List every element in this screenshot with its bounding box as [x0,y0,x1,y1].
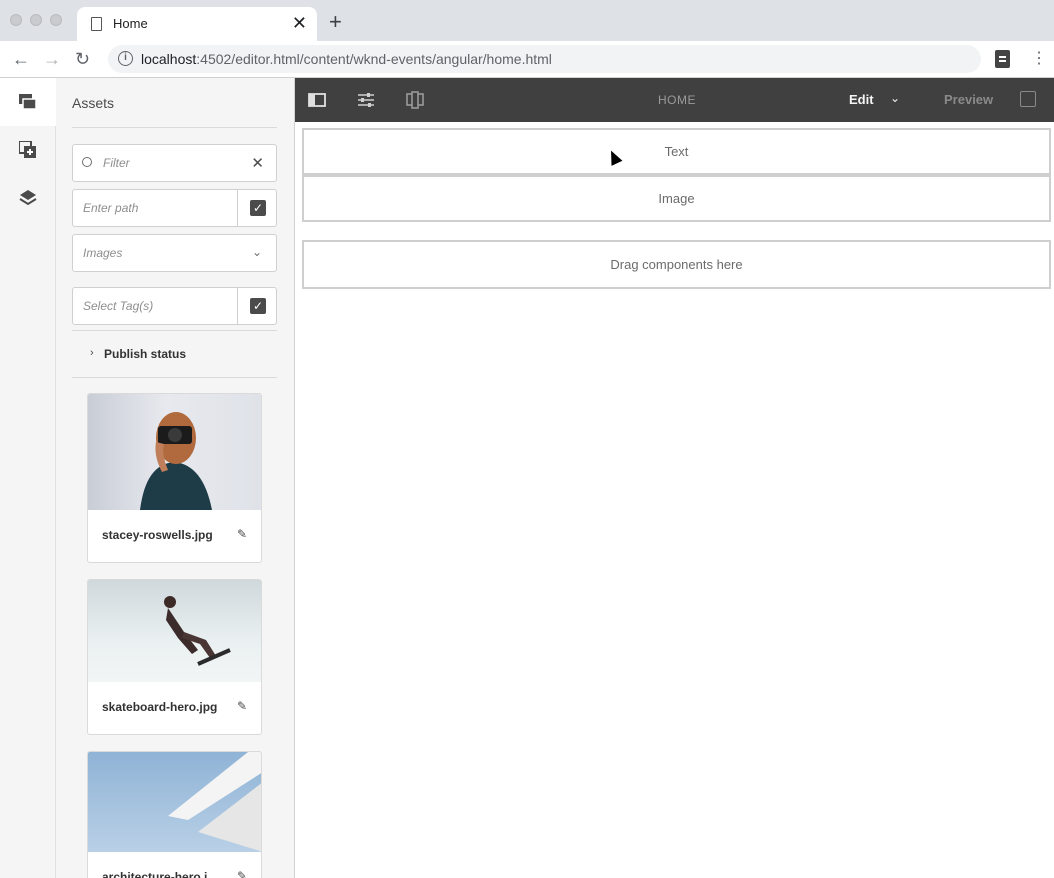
content-tree-tab[interactable] [0,174,56,222]
back-arrow-icon[interactable]: ← [12,49,30,69]
browser-tab[interactable]: Home ✕ [77,7,317,41]
filter-placeholder: Filter [103,156,130,170]
chevron-down-icon: ⌄ [251,245,262,259]
reload-icon[interactable]: ↻ [75,49,90,69]
asset-name: architecture-hero.j [102,870,208,878]
divider [72,377,277,378]
zoom-window-button[interactable] [50,14,62,26]
page-properties-icon[interactable] [357,92,375,108]
skateboarder-image [164,596,231,666]
clear-icon[interactable]: ✕ [251,154,264,172]
asset-type-value: Images [83,246,123,260]
tags-input[interactable]: Select Tag(s) ✓ [72,287,277,325]
new-tab-button[interactable]: + [329,11,342,33]
search-icon [82,157,92,167]
edit-pencil-icon[interactable]: ✎ [237,527,247,541]
page-canvas: Text Image Drag components here [295,122,1054,878]
browser-tab-bar: Home ✕ + [0,0,1054,41]
asset-thumbnail [88,752,261,852]
toggle-side-panel-icon[interactable] [308,93,326,107]
asset-name: skateboard-hero.jpg [102,700,218,714]
layers-icon [19,190,37,206]
url-path: :4502/editor.html/content/wknd-events/an… [196,51,552,67]
asset-card[interactable]: stacey-roswells.jpg ✎ [87,393,262,563]
info-icon[interactable]: i [118,51,133,66]
url-text: localhost:4502/editor.html/content/wknd-… [141,51,552,67]
asset-type-select[interactable]: Images ⌄ [72,234,277,272]
page-title: HOME [658,93,696,107]
address-bar-row: ← → ↻ i localhost:4502/editor.html/conte… [0,41,1054,78]
annotations-icon[interactable] [1020,91,1036,107]
asset-card[interactable]: skateboard-hero.jpg ✎ [87,579,262,735]
panel-title: Assets [72,95,115,111]
close-tab-icon[interactable]: ✕ [292,13,307,33]
clipboard-extension-icon[interactable] [995,50,1010,68]
components-icon [19,141,36,158]
architecture-image [168,752,261,852]
divider [237,190,238,226]
path-placeholder: Enter path [83,201,139,215]
asset-thumbnail [88,580,261,682]
path-input[interactable]: Enter path ✓ [72,189,277,227]
edit-pencil-icon[interactable]: ✎ [237,699,247,713]
filter-input[interactable]: Filter ✕ [72,144,277,182]
tab-title: Home [113,16,148,31]
edit-pencil-icon[interactable]: ✎ [237,869,247,878]
components-tab[interactable] [0,126,56,174]
editor-toolbar: HOME Edit ⌄ Preview [295,78,1054,122]
forward-arrow-icon[interactable]: → [43,49,61,69]
photographer-image [140,412,212,510]
image-component[interactable]: Image [302,175,1051,222]
asset-thumbnail [88,394,261,510]
side-rail [0,78,56,878]
path-browse-checkbox[interactable]: ✓ [250,200,266,216]
assets-tab[interactable] [0,78,56,126]
assets-icon [18,94,37,110]
divider [72,330,277,331]
drop-zone[interactable]: Drag components here [302,240,1051,289]
asset-name: stacey-roswells.jpg [102,528,213,542]
asset-card[interactable]: architecture-hero.j ✎ [87,751,262,878]
divider [72,127,277,128]
close-window-button[interactable] [10,14,22,26]
tags-picker-checkbox[interactable]: ✓ [250,298,266,314]
emulator-icon[interactable] [406,91,424,109]
page-icon [91,17,102,31]
assets-panel: Assets Filter ✕ Enter path ✓ Images ⌄ Se… [56,78,295,878]
url-host: localhost [141,51,197,67]
publish-status-toggle[interactable]: Publish status [104,347,186,361]
preview-button[interactable]: Preview [944,92,993,107]
divider [237,288,238,324]
text-component[interactable]: Text [302,128,1051,175]
chevron-right-icon[interactable]: › [90,347,94,359]
edit-mode-dropdown[interactable]: Edit [849,92,874,107]
chevron-down-icon[interactable]: ⌄ [890,91,900,105]
url-field[interactable]: i localhost:4502/editor.html/content/wkn… [108,45,981,73]
minimize-window-button[interactable] [30,14,42,26]
tags-placeholder: Select Tag(s) [83,299,154,313]
more-menu-icon[interactable]: ⋮ [1031,49,1047,69]
